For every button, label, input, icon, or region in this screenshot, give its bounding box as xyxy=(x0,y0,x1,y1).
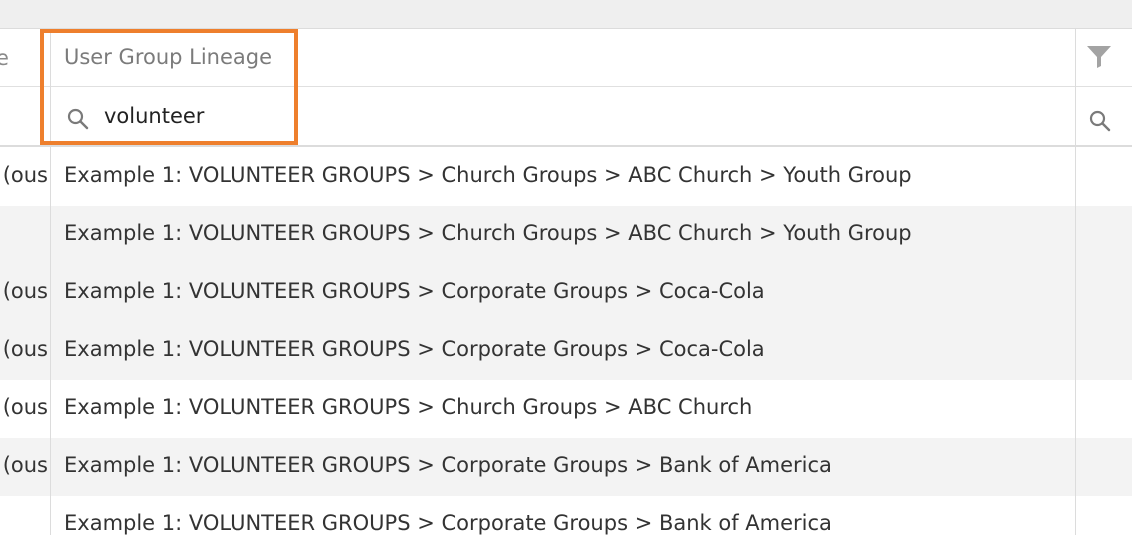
grid-filter-row xyxy=(0,87,1132,147)
search-icon[interactable] xyxy=(1088,109,1112,133)
column-divider[interactable] xyxy=(50,29,51,535)
funnel-icon[interactable] xyxy=(1086,44,1112,70)
grid-body: ous) Example 1: VOLUNTEER GROUPS > Churc… xyxy=(0,148,1132,554)
previous-column-cell: ous) xyxy=(2,337,48,361)
lineage-cell: Example 1: VOLUNTEER GROUPS > Church Gro… xyxy=(64,221,912,245)
table-row[interactable]: ous) Example 1: VOLUNTEER GROUPS > Corpo… xyxy=(0,438,1132,496)
previous-column-cell: ous) xyxy=(2,163,48,187)
table-row[interactable]: ous) Example 1: VOLUNTEER GROUPS > Churc… xyxy=(0,380,1132,438)
lineage-cell: Example 1: VOLUNTEER GROUPS > Corporate … xyxy=(64,511,832,535)
table-row[interactable]: Example 1: VOLUNTEER GROUPS > Corporate … xyxy=(0,496,1132,554)
lineage-cell: Example 1: VOLUNTEER GROUPS > Church Gro… xyxy=(64,163,912,187)
table-row[interactable]: Example 1: VOLUNTEER GROUPS > Church Gro… xyxy=(0,206,1132,264)
grid-header-row: e User Group Lineage xyxy=(0,29,1132,87)
lineage-filter-input[interactable] xyxy=(104,99,1004,133)
previous-column-cell: ous) xyxy=(2,453,48,477)
table-row[interactable]: ous) Example 1: VOLUNTEER GROUPS > Corpo… xyxy=(0,264,1132,322)
previous-column-cell: ous) xyxy=(2,395,48,419)
column-divider[interactable] xyxy=(1075,29,1076,535)
top-toolbar xyxy=(0,0,1132,29)
column-header-user-group-lineage[interactable]: User Group Lineage xyxy=(64,45,272,69)
data-grid: e User Group Lineage ous) Example 1: VOL… xyxy=(0,29,1132,535)
search-icon xyxy=(67,108,89,130)
previous-column-cell: ous) xyxy=(2,279,48,303)
previous-column-header[interactable]: e xyxy=(0,46,9,70)
table-row[interactable]: ous) Example 1: VOLUNTEER GROUPS > Churc… xyxy=(0,148,1132,206)
lineage-cell: Example 1: VOLUNTEER GROUPS > Corporate … xyxy=(64,279,765,303)
table-row[interactable]: ous) Example 1: VOLUNTEER GROUPS > Corpo… xyxy=(0,322,1132,380)
lineage-cell: Example 1: VOLUNTEER GROUPS > Corporate … xyxy=(64,337,765,361)
lineage-cell: Example 1: VOLUNTEER GROUPS > Corporate … xyxy=(64,453,832,477)
lineage-cell: Example 1: VOLUNTEER GROUPS > Church Gro… xyxy=(64,395,753,419)
